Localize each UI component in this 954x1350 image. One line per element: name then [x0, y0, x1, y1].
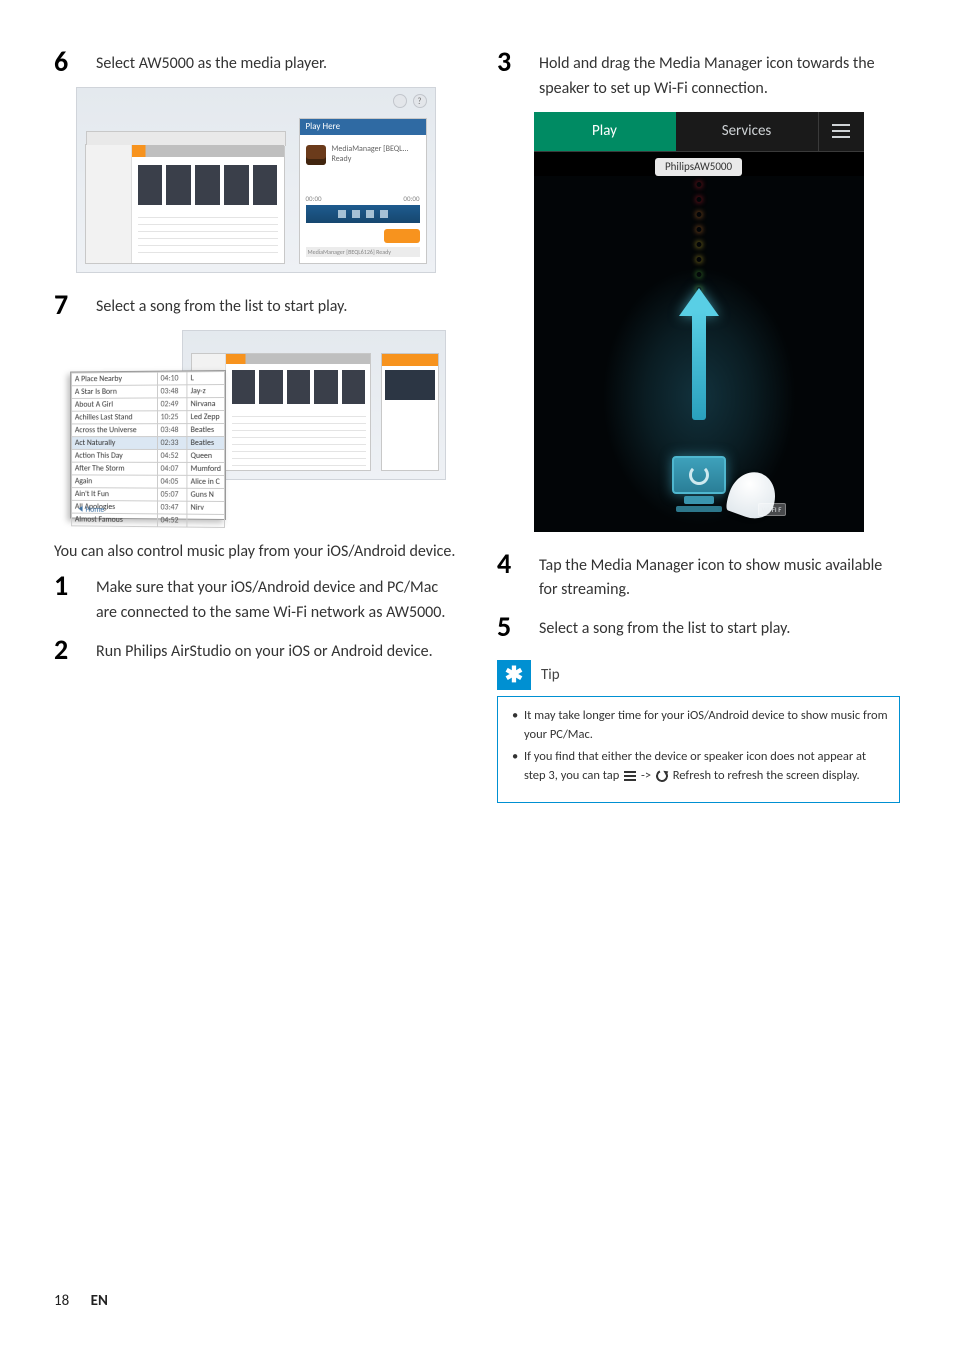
mediamanager-window: ? Play Here MediaManager [BEQL...	[76, 87, 436, 273]
play-icon	[366, 210, 374, 218]
table-row[interactable]: Achilles Last Stand10:25Led Zepp	[71, 410, 224, 423]
next-icon	[380, 210, 388, 218]
phone-body: WI-FI F	[534, 176, 864, 532]
step-number: 2	[54, 636, 76, 664]
figure-phone-drag: Play Services PhilipsAW5000	[497, 112, 900, 532]
step-text: Select AW5000 as the media player.	[96, 48, 327, 77]
device-pill[interactable]: PhilipsAW5000	[655, 158, 742, 176]
tip-box: It may take longer time for your iOS/And…	[497, 696, 900, 803]
step-number: 4	[497, 550, 519, 578]
refresh-icon	[689, 465, 709, 485]
table-row[interactable]: Action This Day04:52Queen	[71, 449, 224, 462]
step-text: Hold and drag the Media Manager icon tow…	[539, 48, 900, 102]
home-link: Home	[78, 504, 104, 514]
page-footer: 18 EN	[54, 1292, 108, 1310]
step-6: 6 Select AW5000 as the media player.	[54, 48, 457, 77]
left-column: 6 Select AW5000 as the media player. ?	[54, 48, 457, 803]
device-row: MediaManager [BEQL... Ready	[306, 141, 420, 169]
text-post: on your iOS or Android device.	[231, 642, 433, 661]
hamburger-icon	[624, 771, 636, 781]
text-pre: Run	[96, 642, 125, 661]
step-text: Select a song from the list to start pla…	[539, 613, 790, 642]
play-here-header: Play Here	[300, 119, 426, 135]
device-status: MediaManager [BEQL... Ready	[332, 145, 409, 164]
app-name: Philips AirStudio	[125, 642, 231, 661]
help-icon: ?	[413, 94, 427, 108]
track-grid	[138, 211, 278, 259]
figure-song-list: A Place Nearby04:10LA Star Is Born03:48J…	[54, 330, 457, 522]
transport-controls	[306, 205, 420, 223]
step-5: 5 Select a song from the list to start p…	[497, 613, 900, 642]
wifi-label: WI-FI F	[758, 503, 786, 516]
settings-icon	[393, 94, 407, 108]
song-list-composite: A Place Nearby04:10LA Star Is Born03:48J…	[66, 330, 446, 522]
album-thumbnails	[138, 165, 278, 205]
menu-button[interactable]	[818, 112, 864, 152]
hamburger-icon	[832, 124, 850, 138]
figure-mediamanager-player: ? Play Here MediaManager [BEQL...	[54, 87, 457, 273]
library-sidebar	[86, 145, 132, 263]
drag-arrow-stem-icon	[692, 310, 706, 420]
step-text: Select a song from the list to start pla…	[96, 291, 347, 320]
tip2-text-d: to refresh the screen display.	[711, 768, 860, 783]
step-number: 5	[497, 613, 519, 641]
table-row[interactable]: Ain't It Fun05:07Guns N	[71, 487, 224, 501]
tab-services[interactable]: Services	[676, 112, 818, 152]
time-elapsed: 00:00	[306, 194, 322, 203]
step-text: Run Philips AirStudio on your iOS or And…	[96, 636, 433, 665]
language-code: EN	[91, 1292, 108, 1310]
table-row[interactable]: A Star Is Born03:48Jay-z	[71, 384, 224, 398]
phone-tabs: Play Services	[534, 112, 864, 152]
step-7: 7 Select a song from the list to start p…	[54, 291, 457, 320]
play-here-pane	[381, 353, 439, 471]
substep-2: 2 Run Philips AirStudio on your iOS or A…	[54, 636, 457, 665]
tab-play[interactable]: Play	[534, 112, 676, 152]
tip-item-2: If you find that either the device or sp…	[512, 748, 889, 786]
tip2-text-c: Refresh	[670, 768, 711, 783]
device-pill-row: PhilipsAW5000	[534, 152, 864, 176]
step-4: 4 Tap the Media Manager icon to show mus…	[497, 550, 900, 604]
volume-icon	[384, 229, 420, 243]
table-row[interactable]: About A Girl02:49Nirvana	[71, 397, 224, 411]
step-number: 3	[497, 48, 519, 76]
tip-header: ✱ Tip	[497, 660, 900, 690]
table-row[interactable]: Almost Famous04:52	[71, 513, 224, 527]
step-3: 3 Hold and drag the Media Manager icon t…	[497, 48, 900, 102]
tip-item-1: It may take longer time for your iOS/And…	[512, 707, 889, 745]
tip-label: Tip	[541, 666, 560, 684]
paragraph-intro: You can also control music play from you…	[54, 540, 457, 565]
step-number: 6	[54, 48, 76, 76]
phone-screen: Play Services PhilipsAW5000	[534, 112, 864, 532]
time-row: 00:00 00:00	[306, 194, 420, 203]
substep-1: 1 Make sure that your iOS/Android device…	[54, 572, 457, 626]
step-text: Tap the Media Manager icon to show music…	[539, 550, 900, 604]
table-row[interactable]: Again04:05Alice in C	[71, 474, 224, 488]
table-row[interactable]: Act Naturally02:33Beatles	[71, 436, 224, 449]
library-pane	[85, 144, 285, 264]
right-column: 3 Hold and drag the Media Manager icon t…	[497, 48, 900, 803]
play-here-pane: Play Here MediaManager [BEQL... Ready 00…	[299, 118, 427, 264]
stop-icon	[352, 210, 360, 218]
refresh-icon	[654, 769, 669, 784]
time-total: 00:00	[403, 194, 419, 203]
speaker-icon	[306, 145, 326, 165]
status-bar: MediaManager [BEQL6126] Ready	[306, 247, 420, 257]
device-state: Ready	[332, 155, 409, 165]
table-row[interactable]: Across the Universe03:48Beatles	[71, 423, 224, 436]
page-number: 18	[54, 1292, 69, 1310]
step-number: 1	[54, 572, 76, 600]
prev-icon	[338, 210, 346, 218]
step-text: Make sure that your iOS/Android device a…	[96, 572, 457, 626]
table-row[interactable]: After The Storm04:07Mumford	[71, 462, 224, 475]
mediamanager-pc-icon[interactable]	[666, 456, 732, 512]
step-number: 7	[54, 291, 76, 319]
tip-asterisk-icon: ✱	[497, 660, 531, 690]
two-column-layout: 6 Select AW5000 as the media player. ?	[54, 48, 900, 803]
song-list-popout: A Place Nearby04:10LA Star Is Born03:48J…	[70, 370, 226, 520]
window-help-icons: ?	[393, 94, 427, 108]
table-row[interactable]: A Place Nearby04:10L	[71, 371, 224, 385]
tip2-text-b: ->	[638, 768, 654, 783]
